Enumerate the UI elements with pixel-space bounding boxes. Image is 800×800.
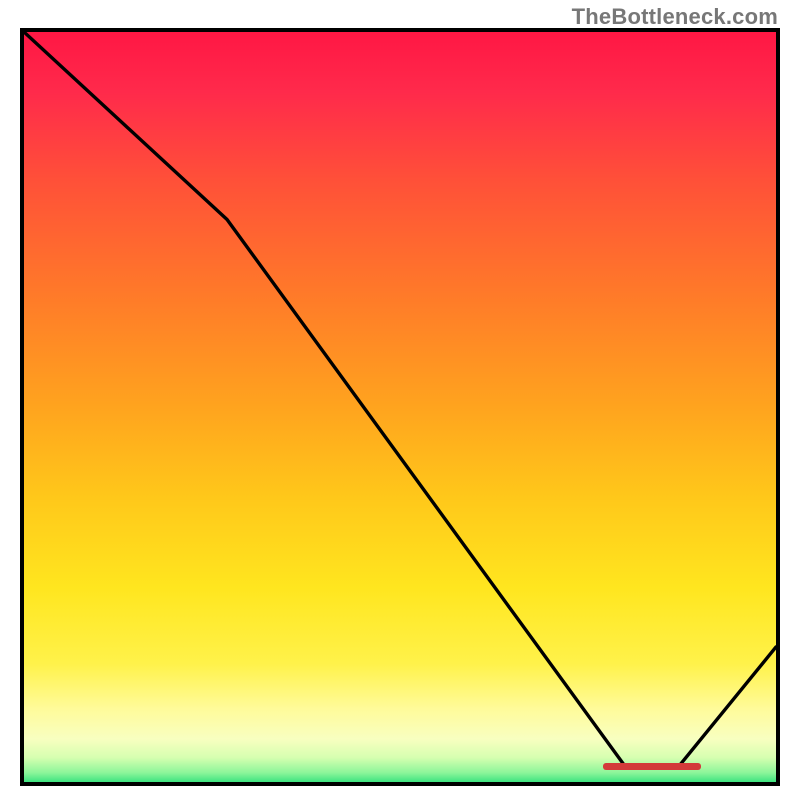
chart-container: TheBottleneck.com xyxy=(0,0,800,800)
bottleneck-curve xyxy=(24,32,776,767)
watermark-text: TheBottleneck.com xyxy=(572,4,778,30)
plot-area xyxy=(20,28,780,786)
optimal-range-marker xyxy=(603,763,701,770)
curve-layer xyxy=(24,32,776,782)
